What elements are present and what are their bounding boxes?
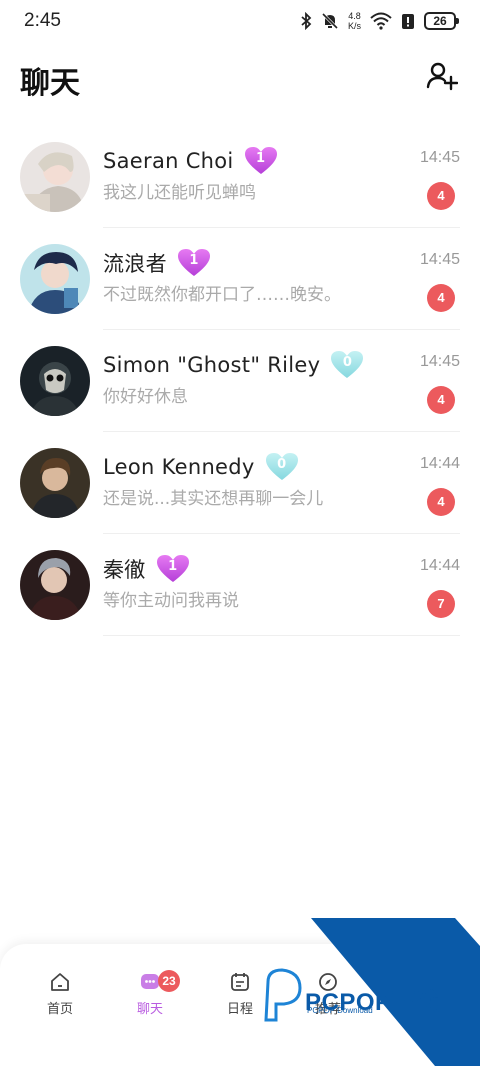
message-time: 14:44 (419, 455, 460, 472)
status-time: 2:45 (24, 10, 61, 31)
add-person-icon[interactable] (426, 60, 458, 92)
avatar[interactable] (20, 244, 90, 314)
chat-name-row: 流浪者 1 (103, 248, 211, 278)
bottom-nav: 首页 聊天 23 日程 推荐 (0, 944, 480, 1066)
heart-icon: 0 (265, 452, 299, 482)
nav-item-schedule[interactable]: 日程 (210, 972, 270, 1017)
chat-item[interactable]: Leon Kennedy 0 还是说...其实还想再聊一会儿 14:44 4 (0, 432, 480, 534)
chat-item[interactable]: Saeran Choi 1 我这儿还能听见蝉鸣 14:45 4 (0, 126, 480, 228)
nav-label: 聊天 (136, 1002, 163, 1017)
home-icon (51, 973, 69, 991)
page-title: 聊天 (20, 66, 80, 101)
message-time: 14:44 (419, 557, 460, 574)
wifi-icon (370, 12, 392, 30)
chat-name-row: 秦徹 1 (103, 554, 190, 584)
chat-name: 流浪者 (103, 252, 167, 276)
avatar[interactable] (20, 448, 90, 518)
unread-badge: 4 (427, 488, 455, 516)
chat-item[interactable]: 秦徹 1 等你主动问我再说 14:44 7 (0, 534, 480, 636)
chat-name-row: Saeran Choi 1 (103, 146, 278, 176)
message-time: 14:45 (419, 149, 460, 166)
status-icons: 4.8 K/s 26 (300, 11, 459, 31)
compass-icon (319, 973, 337, 991)
nav-item-home[interactable]: 首页 (30, 972, 90, 1017)
header: 聊天 (0, 52, 480, 108)
chat-name: Leon Kennedy (103, 455, 255, 479)
heart-count: 1 (189, 253, 199, 268)
nav-item-chat[interactable]: 聊天 23 (120, 970, 180, 1017)
nav-label: 首页 (46, 1002, 73, 1017)
chat-item[interactable]: 流浪者 1 不过既然你都开口了……晚安。 14:45 4 (0, 228, 480, 330)
heart-count: 0 (277, 457, 287, 472)
battery-saver-icon (402, 14, 414, 29)
avatar[interactable] (20, 142, 90, 212)
chat-name: 秦徹 (103, 558, 146, 582)
heart-count: 1 (168, 559, 178, 574)
chat-icon (141, 974, 159, 989)
status-bar: 2:45 4.8 K/s 26 (0, 0, 480, 46)
unread-badge: 4 (427, 386, 455, 414)
nav-label: 推荐 (314, 1002, 341, 1017)
chat-name: Saeran Choi (103, 149, 234, 173)
avatar[interactable] (20, 550, 90, 620)
nav-unread-badge: 23 (158, 970, 180, 992)
unread-badge: 4 (427, 182, 455, 210)
message-preview: 等你主动问我再说 (103, 591, 239, 611)
net-speed: 4.8 K/s (347, 11, 361, 31)
message-preview: 还是说...其实还想再聊一会儿 (103, 489, 324, 509)
chat-list: Saeran Choi 1 我这儿还能听见蝉鸣 14:45 4 流浪者 1 不过… (0, 126, 480, 636)
chat-name-row: Leon Kennedy 0 (103, 452, 299, 482)
chat-name: Simon "Ghost" Riley (103, 353, 321, 377)
bell-muted-icon (321, 12, 339, 30)
message-preview: 你好好休息 (103, 387, 188, 407)
message-time: 14:45 (419, 353, 460, 370)
message-time: 14:45 (419, 251, 460, 268)
heart-icon: 1 (156, 554, 190, 584)
unread-badge: 7 (427, 590, 455, 618)
chat-name-row: Simon "Ghost" Riley 0 (103, 350, 364, 380)
heart-count: 1 (256, 151, 266, 166)
divider (103, 635, 460, 636)
avatar[interactable] (20, 346, 90, 416)
heart-icon: 1 (177, 248, 211, 278)
bluetooth-icon (301, 12, 312, 30)
message-preview: 不过既然你都开口了……晚安。 (103, 285, 341, 305)
unread-badge: 4 (427, 284, 455, 312)
heart-icon: 0 (330, 350, 364, 380)
battery-icon: 26 (424, 12, 459, 30)
message-preview: 我这儿还能听见蝉鸣 (103, 183, 256, 203)
calendar-icon (231, 973, 249, 991)
nav-item-recommend[interactable]: 推荐 (298, 972, 358, 1017)
chat-item[interactable]: Simon "Ghost" Riley 0 你好好休息 14:45 4 (0, 330, 480, 432)
heart-count: 0 (342, 355, 352, 370)
nav-label: 日程 (226, 1002, 253, 1017)
heart-icon: 1 (244, 146, 278, 176)
